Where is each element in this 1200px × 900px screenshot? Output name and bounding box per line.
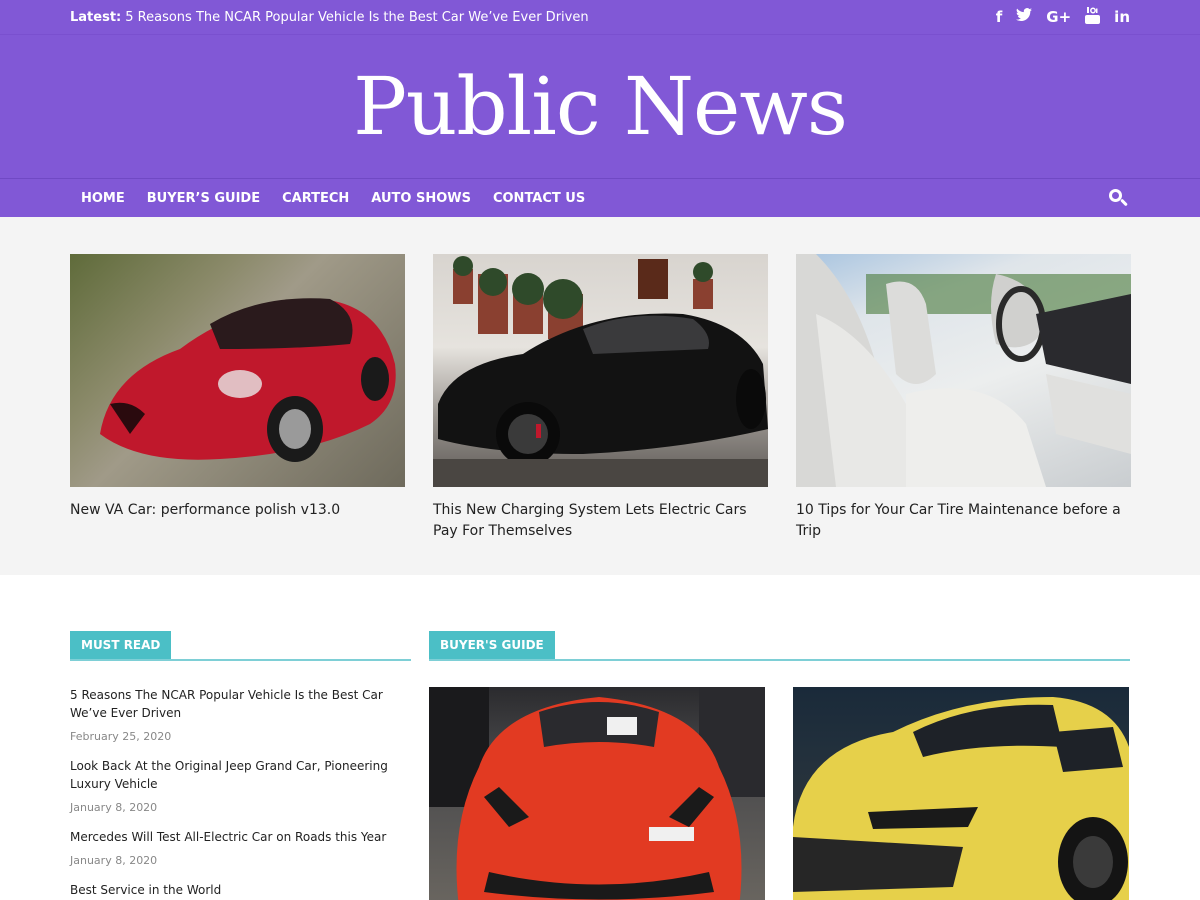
- post-date: January 8, 2020: [70, 801, 158, 814]
- post-title[interactable]: Mercedes Will Test All-Electric Car on R…: [70, 828, 411, 846]
- must-read-section: MUST READ 5 Reasons The NCAR Popular Veh…: [70, 631, 411, 900]
- nav-item-auto-shows[interactable]: AUTO SHOWS: [360, 191, 482, 206]
- facebook-icon[interactable]: f: [996, 8, 1003, 26]
- latest-label: Latest:: [70, 9, 122, 25]
- nav-item-buyers-guide[interactable]: BUYER’S GUIDE: [136, 191, 271, 206]
- main-nav: HOME BUYER’S GUIDE CARTECH AUTO SHOWS CO…: [0, 178, 1200, 217]
- top-bar: Latest: 5 Reasons The NCAR Popular Vehicl…: [0, 0, 1200, 34]
- masthead: Public News: [0, 34, 1200, 178]
- nav-menu: HOME BUYER’S GUIDE CARTECH AUTO SHOWS CO…: [70, 191, 596, 206]
- post-title[interactable]: Best Service in the World: [70, 881, 411, 899]
- guide-image-red-ferrari[interactable]: [429, 687, 765, 900]
- google-plus-icon[interactable]: G+: [1046, 8, 1071, 26]
- post-date: January 8, 2020: [70, 854, 158, 867]
- featured-title[interactable]: 10 Tips for Your Car Tire Maintenance be…: [796, 500, 1131, 542]
- featured-title[interactable]: This New Charging System Lets Electric C…: [433, 500, 768, 542]
- buyers-guide-grid: [429, 687, 1130, 900]
- social-links: f G+ in: [996, 6, 1130, 28]
- guide-image-yellow-suv[interactable]: [793, 687, 1129, 900]
- latest-headline[interactable]: 5 Reasons The NCAR Popular Vehicle Is th…: [125, 10, 588, 25]
- must-read-list: 5 Reasons The NCAR Popular Vehicle Is th…: [70, 686, 411, 899]
- list-item[interactable]: Best Service in the World: [70, 881, 411, 899]
- nav-item-contact-us[interactable]: CONTACT US: [482, 191, 596, 206]
- latest-ticker[interactable]: Latest: 5 Reasons The NCAR Popular Vehicl…: [70, 10, 589, 25]
- post-date: February 25, 2020: [70, 730, 172, 743]
- content-sections: MUST READ 5 Reasons The NCAR Popular Veh…: [0, 575, 1200, 900]
- list-item[interactable]: 5 Reasons The NCAR Popular Vehicle Is th…: [70, 686, 411, 743]
- site-logo[interactable]: Public News: [353, 60, 848, 153]
- section-header: BUYER'S GUIDE: [429, 631, 1130, 661]
- featured-image-car-interior[interactable]: [796, 254, 1131, 487]
- twitter-icon[interactable]: [1016, 8, 1033, 26]
- search-icon[interactable]: [1108, 188, 1128, 208]
- post-title[interactable]: 5 Reasons The NCAR Popular Vehicle Is th…: [70, 686, 411, 722]
- featured-posts: New VA Car: performance polish v13.0 Thi…: [0, 217, 1200, 575]
- section-label-buyers-guide: BUYER'S GUIDE: [429, 631, 555, 659]
- featured-card[interactable]: 10 Tips for Your Car Tire Maintenance be…: [796, 254, 1131, 575]
- list-item[interactable]: Look Back At the Original Jeep Grand Car…: [70, 757, 411, 814]
- featured-card[interactable]: This New Charging System Lets Electric C…: [433, 254, 768, 575]
- featured-image-red-sports-car[interactable]: [70, 254, 405, 487]
- nav-item-cartech[interactable]: CARTECH: [271, 191, 360, 206]
- featured-image-black-coupe[interactable]: [433, 254, 768, 487]
- list-item[interactable]: Mercedes Will Test All-Electric Car on R…: [70, 828, 411, 867]
- featured-title[interactable]: New VA Car: performance polish v13.0: [70, 500, 405, 521]
- nav-item-home[interactable]: HOME: [70, 191, 136, 206]
- featured-card[interactable]: New VA Car: performance polish v13.0: [70, 254, 405, 575]
- linkedin-icon[interactable]: in: [1114, 8, 1130, 26]
- youtube-icon[interactable]: [1085, 6, 1101, 28]
- section-header: MUST READ: [70, 631, 411, 661]
- post-title[interactable]: Look Back At the Original Jeep Grand Car…: [70, 757, 411, 793]
- buyers-guide-section: BUYER'S GUIDE: [429, 631, 1130, 900]
- section-label-must-read: MUST READ: [70, 631, 172, 659]
